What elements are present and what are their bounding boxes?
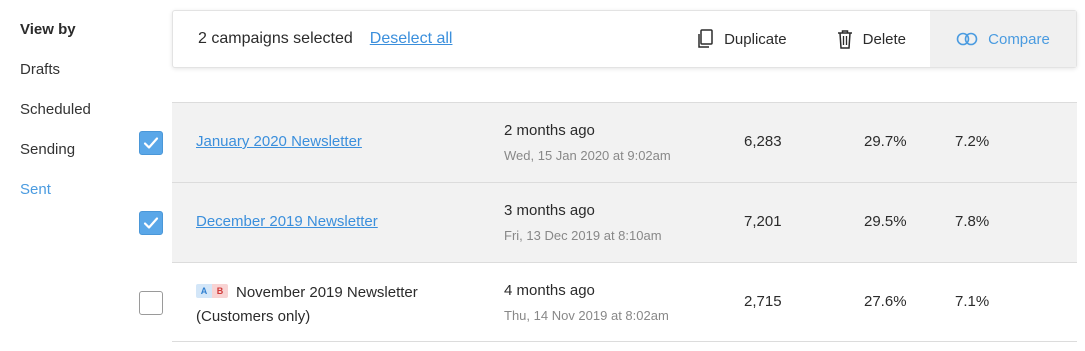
sent-time: 2 months ago Wed, 15 Jan 2020 at 9:02am	[504, 121, 671, 166]
sent-relative: 4 months ago	[504, 282, 595, 299]
selection-count: 2 campaigns selected	[198, 30, 353, 47]
table-row: December 2019 Newsletter 3 months ago Fr…	[139, 182, 1077, 262]
delete-button[interactable]: Delete	[837, 11, 930, 67]
click-rate: 7.1%	[955, 293, 990, 310]
open-rate: 29.7%	[864, 133, 907, 150]
sent-time: 4 months ago Thu, 14 Nov 2019 at 8:02am	[504, 281, 669, 326]
variant-a-label: A	[196, 284, 212, 299]
recipients-count: 7,201	[744, 213, 782, 230]
campaigns-table: January 2020 Newsletter 2 months ago Wed…	[139, 102, 1077, 342]
table-row: A B November 2019 Newsletter (Customers on…	[139, 262, 1077, 342]
table-row: January 2020 Newsletter 2 months ago Wed…	[139, 102, 1077, 182]
checkmark-icon	[143, 137, 159, 149]
ab-test-badge: AB	[196, 284, 228, 299]
trash-icon	[837, 29, 853, 49]
sent-relative: 3 months ago	[504, 202, 595, 219]
duplicate-label: Duplicate	[724, 30, 787, 48]
checkmark-icon	[143, 217, 159, 229]
delete-label: Delete	[862, 30, 906, 48]
open-rate: 29.5%	[864, 213, 907, 230]
deselect-all-link[interactable]: Deselect all	[370, 30, 453, 48]
campaign-name-line1: November 2019 Newsletter	[236, 284, 418, 301]
view-by-sidebar: View by Drafts Scheduled Sending Sent	[20, 18, 140, 218]
recipients-count: 6,283	[744, 133, 782, 150]
recipients-count: 2,715	[744, 293, 782, 310]
click-rate: 7.8%	[955, 213, 990, 230]
compare-label: Compare	[988, 30, 1050, 48]
sent-date: Wed, 15 Jan 2020 at 9:02am	[504, 148, 671, 163]
campaign-name-line2: (Customers only)	[196, 308, 311, 325]
sent-relative: 2 months ago	[504, 122, 595, 139]
campaign-name[interactable]: A B November 2019 Newsletter (Customers on…	[196, 281, 456, 329]
sent-time: 3 months ago Fri, 13 Dec 2019 at 8:10am	[504, 201, 662, 246]
variant-b-label: B	[212, 284, 228, 299]
selection-toolbar: 2 campaigns selected Deselect all Duplic…	[172, 10, 1077, 68]
campaign-name-link[interactable]: January 2020 Newsletter	[196, 133, 362, 150]
row-checkbox[interactable]	[139, 291, 163, 315]
sidebar-item-sending[interactable]: Sending	[20, 138, 140, 162]
row-checkbox[interactable]	[139, 131, 163, 155]
row-checkbox[interactable]	[139, 211, 163, 235]
compare-button[interactable]: Compare	[930, 11, 1076, 67]
sidebar-item-scheduled[interactable]: Scheduled	[20, 98, 140, 122]
open-rate: 27.6%	[864, 293, 907, 310]
duplicate-icon	[696, 29, 714, 49]
click-rate: 7.2%	[955, 133, 990, 150]
view-by-heading: View by	[20, 21, 76, 38]
sidebar-item-drafts[interactable]: Drafts	[20, 58, 140, 82]
compare-icon	[956, 32, 978, 46]
sent-date: Thu, 14 Nov 2019 at 8:02am	[504, 308, 669, 323]
campaign-name-link[interactable]: December 2019 Newsletter	[196, 213, 378, 230]
sent-date: Fri, 13 Dec 2019 at 8:10am	[504, 228, 662, 243]
duplicate-button[interactable]: Duplicate	[696, 11, 837, 67]
sidebar-item-sent[interactable]: Sent	[20, 178, 140, 202]
